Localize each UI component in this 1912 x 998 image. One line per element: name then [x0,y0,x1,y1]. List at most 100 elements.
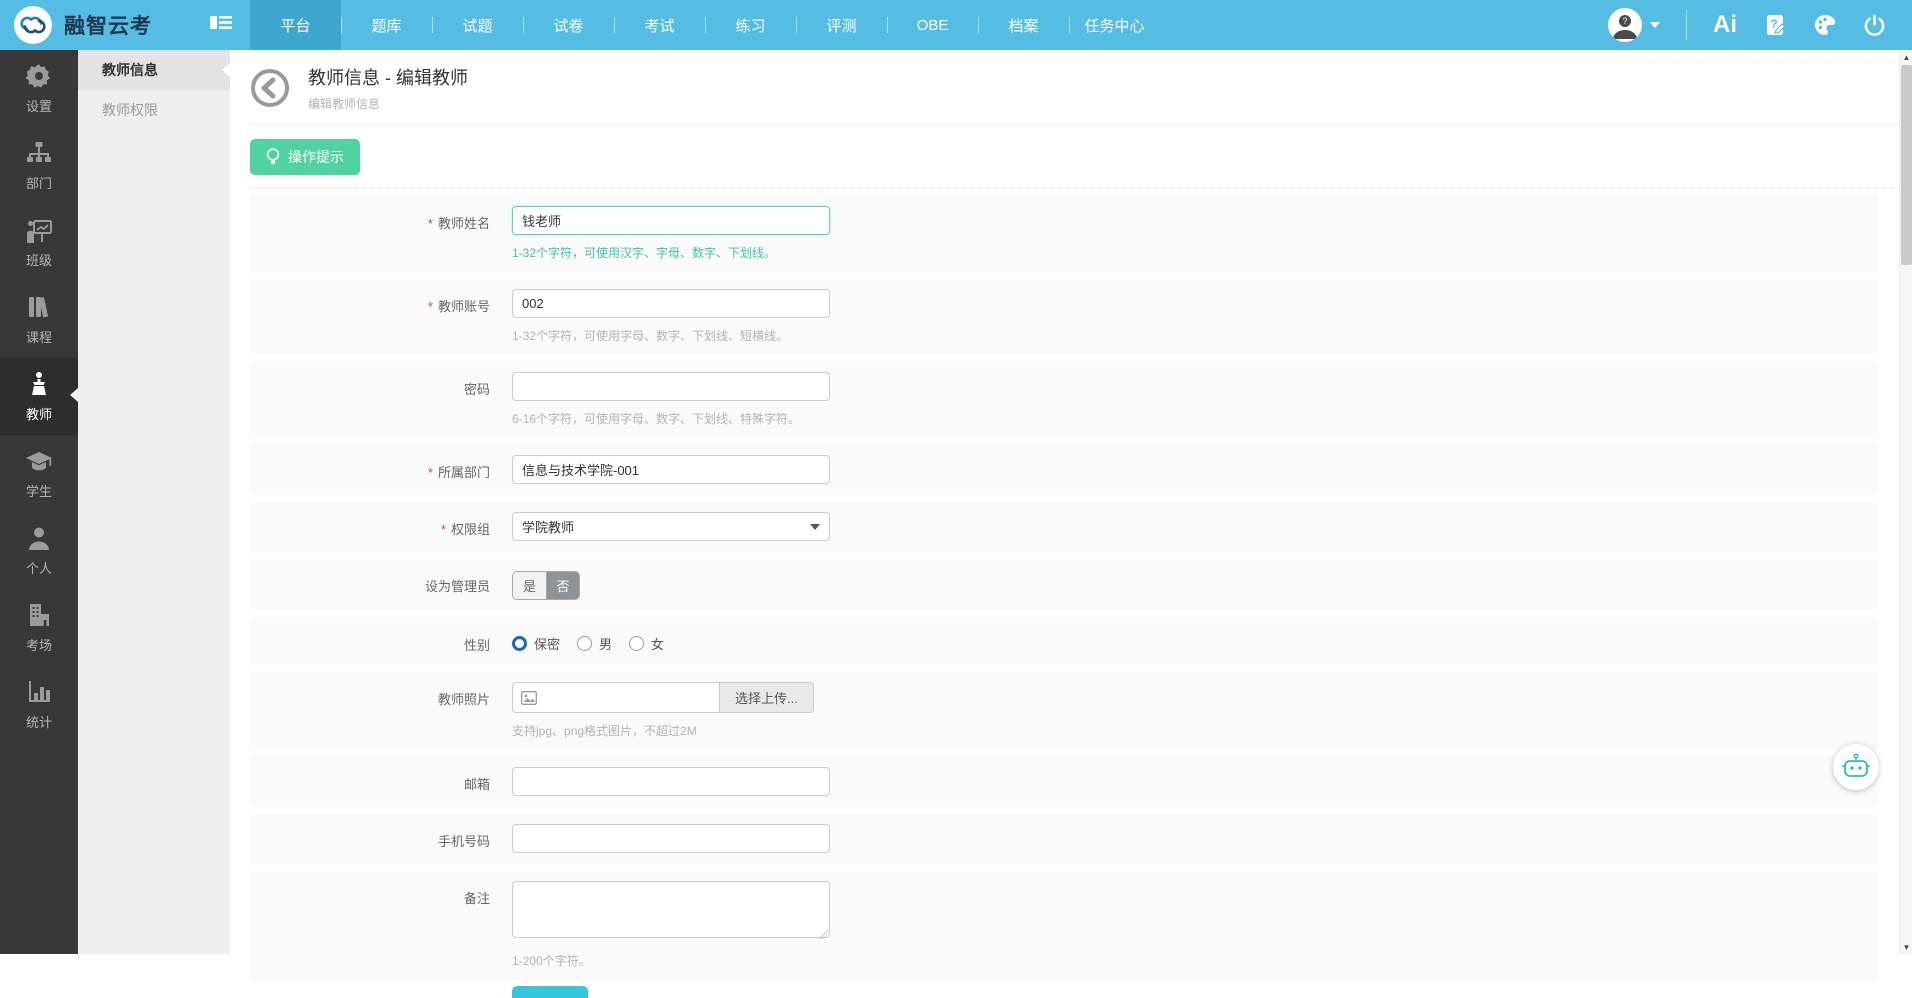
nav-item-evaluation[interactable]: 评测 [796,0,887,50]
form-row-photo: 教师照片 选择上传... 支持jpg、png格式图片，不超过2M [250,671,1878,750]
dotted-separator [250,188,1900,189]
field-label: 设为管理员 [250,569,512,600]
lightbulb-icon [266,148,280,166]
gear-icon [26,63,52,89]
nav-item-question-bank[interactable]: 题库 [341,0,432,50]
admin-toggle-no[interactable]: 否 [546,572,579,599]
submenu-item-teacher-info[interactable]: 教师信息 [78,50,230,90]
image-icon [521,691,537,705]
sidebar-item-teachers[interactable]: 教师 [0,358,78,435]
field-label: 教师姓名 [438,216,490,231]
required-asterisk: * [428,465,433,480]
scroll-up-arrow[interactable]: ▲ [1900,50,1912,64]
person-icon [26,525,52,551]
photo-file-input[interactable] [512,682,720,713]
user-avatar[interactable]: ? [1608,8,1642,42]
form-row-email: 邮箱 [250,756,1878,807]
nav-item-questions[interactable]: 试题 [432,0,523,50]
nav-item-obe[interactable]: OBE [887,0,978,50]
field-label: 教师账号 [438,299,490,314]
user-menu[interactable]: ? [1608,8,1660,42]
field-label: 手机号码 [250,824,512,853]
scrollbar-thumb[interactable] [1901,65,1912,265]
operation-tips-button[interactable]: 操作提示 [250,139,360,175]
scroll-down-arrow[interactable]: ▼ [1900,940,1912,954]
ai-robot-assistant-button[interactable] [1833,744,1879,790]
nav-item-exams[interactable]: 考试 [614,0,705,50]
form-row-department: * 所属部门 [250,444,1878,495]
graduation-cap-icon [25,448,53,474]
gender-radio-male[interactable]: 男 [577,634,612,653]
app-logo-icon [14,6,52,44]
field-label: 权限组 [451,522,490,537]
sidebar-item-courses[interactable]: 课程 [0,281,78,358]
choose-upload-button[interactable]: 选择上传... [720,682,814,713]
sidebar-item-departments[interactable]: 部门 [0,127,78,204]
nav-item-papers[interactable]: 试卷 [523,0,614,50]
field-label: 密码 [250,372,512,427]
main-menu: 平台 题库 试题 试卷 考试 练习 评测 OBE 档案 任务中心 [250,0,1160,50]
left-sidebar: 设置 部门 班级 课程 教师 [0,50,78,954]
sidebar-item-personal[interactable]: 个人 [0,512,78,589]
teacher-account-input[interactable] [512,289,830,318]
page-header: 教师信息 - 编辑教师 编辑教师信息 [250,64,1900,125]
permission-group-select[interactable]: 学院教师 [512,512,830,541]
sidebar-item-settings[interactable]: 设置 [0,50,78,127]
nav-item-practice[interactable]: 练习 [705,0,796,50]
nav-item-task-center[interactable]: 任务中心 [1069,0,1160,50]
bar-chart-icon [26,679,52,705]
brand-title: 融智云考 [64,10,152,40]
field-hint: 1-32个字符，可使用字母、数字、下划线、短横线。 [512,327,1878,344]
main-content: 教师信息 - 编辑教师 编辑教师信息 操作提示 * 教师姓名 1-32个字符，可使… [230,50,1900,954]
field-label: 所属部门 [438,465,490,480]
submenu-item-teacher-permissions[interactable]: 教师权限 [78,90,230,130]
brand: 融智云考 [0,6,200,44]
sidebar-item-exam-rooms[interactable]: 考场 [0,589,78,666]
robot-icon [1841,752,1871,782]
org-chart-icon [26,140,52,166]
phone-input[interactable] [512,824,830,853]
theme-palette-icon[interactable] [1813,13,1837,37]
radio-selected-icon [512,636,527,651]
form-row-remark: 备注 1-200个字符。 [250,870,1878,980]
gender-radio-female[interactable]: 女 [629,634,664,653]
department-input[interactable] [512,455,830,484]
email-input[interactable] [512,767,830,796]
gender-radio-secret[interactable]: 保密 [512,634,560,653]
form-row-teacher-account: * 教师账号 1-32个字符，可使用字母、数字、下划线、短横线。 [250,278,1878,355]
form-row-permission-group: *权限组 学院教师 [250,501,1878,552]
page-subtitle: 编辑教师信息 [308,95,468,112]
vertical-scrollbar[interactable]: ▲ ▼ [1899,50,1912,954]
field-hint: 1-32个字符，可使用汉字、字母、数字、下划线。 [512,244,1878,261]
form-row-teacher-name: * 教师姓名 1-32个字符，可使用汉字、字母、数字、下划线。 [250,195,1878,272]
ai-assistant-icon[interactable]: Ai [1713,11,1737,39]
field-label: 备注 [250,881,512,969]
form-row-password: 密码 6-16个字符，可使用字母、数字、下划线、特殊字符。 [250,361,1878,438]
sidebar-item-students[interactable]: 学生 [0,435,78,512]
chevron-down-icon [810,524,820,530]
required-asterisk: * [428,216,433,231]
svg-text:?: ? [1622,16,1627,26]
nav-item-platform[interactable]: 平台 [250,0,341,50]
collapse-menu-icon[interactable] [210,14,232,37]
teacher-name-input[interactable] [512,206,830,235]
form-row-phone: 手机号码 [250,813,1878,864]
page-title: 教师信息 - 编辑教师 [308,64,468,90]
required-asterisk: * [428,299,433,314]
form-row-gender: 性别 保密 男 女 [250,617,1878,665]
field-label: 教师照片 [250,682,512,739]
back-button[interactable] [250,68,290,108]
remark-textarea[interactable] [512,881,830,938]
books-icon [26,294,52,320]
nav-item-archives[interactable]: 档案 [978,0,1069,50]
sidebar-item-classes[interactable]: 班级 [0,204,78,281]
logout-power-icon[interactable] [1863,14,1886,37]
save-button[interactable] [512,986,588,998]
sidebar-item-statistics[interactable]: 统计 [0,666,78,743]
feedback-help-icon[interactable]: ? [1763,13,1787,37]
admin-toggle-yes[interactable]: 是 [513,572,546,599]
navbar-divider [1686,10,1687,40]
form-row-admin-toggle: 设为管理员 是 否 [250,558,1878,611]
password-input[interactable] [512,372,830,401]
classroom-icon [26,217,52,243]
